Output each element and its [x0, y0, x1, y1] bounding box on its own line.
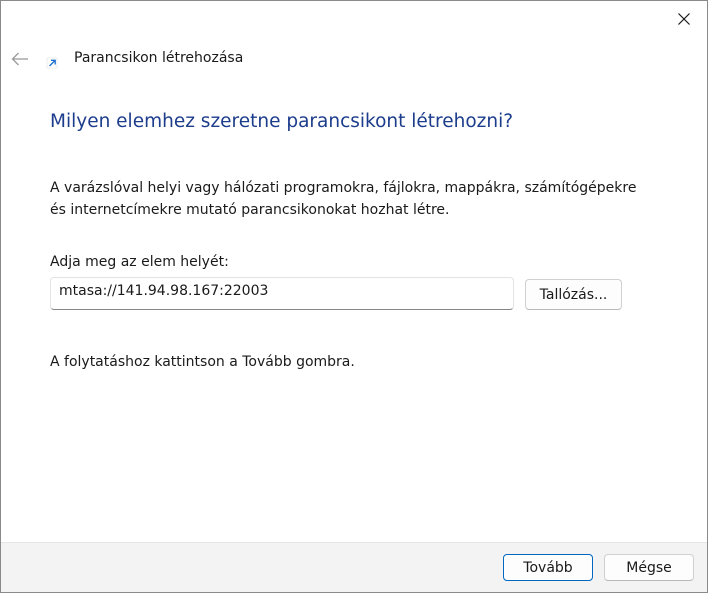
page-heading: Milyen elemhez szeretne parancsikont lét…	[50, 111, 514, 132]
window-title: Parancsikon létrehozása	[74, 50, 244, 66]
shortcut-arrow-icon	[46, 57, 58, 69]
location-input[interactable]	[50, 277, 514, 310]
next-button[interactable]: Tovább	[503, 554, 593, 581]
shortcut-wizard-window: Parancsikon létrehozása Milyen elemhez s…	[0, 0, 708, 593]
close-button[interactable]	[661, 1, 707, 37]
arrow-left-icon	[11, 52, 28, 66]
browse-button[interactable]: Tallózás...	[525, 279, 622, 310]
continue-hint: A folytatáshoz kattintson a Tovább gombr…	[50, 354, 355, 370]
location-label: Adja meg az elem helyét:	[50, 254, 229, 270]
wizard-description: A varázslóval helyi vagy hálózati progra…	[50, 180, 637, 218]
back-button[interactable]	[8, 47, 32, 71]
cancel-button[interactable]: Mégse	[604, 554, 694, 581]
close-icon	[678, 13, 690, 25]
footer-bar: Tovább Mégse	[1, 542, 707, 592]
